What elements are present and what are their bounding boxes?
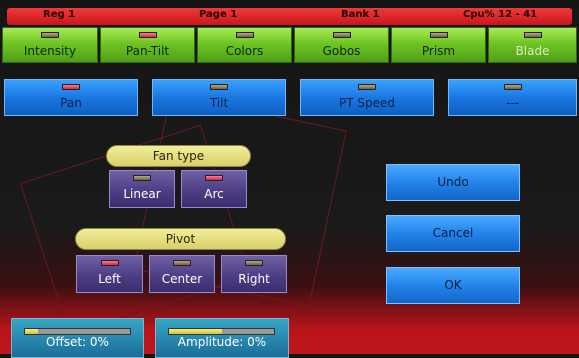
tab-colors[interactable]: Colors [197,27,292,63]
page-indicator: Page 1 [199,9,238,20]
button-label: Arc [204,187,224,201]
amplitude-level-bar [168,328,275,335]
tab-empty[interactable]: --- [448,79,577,116]
register-indicator: Reg 1 [43,9,76,20]
button-label: Left [98,272,121,286]
tab-label: Prism [421,44,456,58]
led-indicator [503,84,522,90]
undo-button[interactable]: Undo [386,164,520,201]
amplitude-level-fill [169,329,222,334]
offset-label: Offset: 0% [46,335,109,349]
led-indicator [245,260,263,266]
offset-fader[interactable]: Offset: 0% [11,318,144,358]
led-indicator [41,32,59,38]
led-indicator [133,175,151,181]
led-indicator [210,84,228,90]
pivot-header: Pivot [75,228,286,250]
cancel-button[interactable]: Cancel [386,215,520,252]
tab-label: Tilt [209,96,229,110]
amplitude-label: Amplitude: 0% [177,335,267,349]
ok-button[interactable]: OK [386,267,520,304]
tab-pan-tilt[interactable]: Pan-Tilt [100,27,195,63]
tab-label: Colors [225,44,264,58]
offset-level-bar [24,328,131,335]
pivot-right-button[interactable]: Right [221,255,287,293]
status-bar: Reg 1 Page 1 Bank 1 Cpu% 12 - 41 [7,8,572,25]
led-indicator [205,175,223,181]
tab-gobos[interactable]: Gobos [294,27,389,63]
tab-tilt[interactable]: Tilt [152,79,286,116]
tab-label: Gobos [322,44,361,58]
button-label: Center [161,272,203,286]
fan-type-arc-button[interactable]: Arc [181,170,247,208]
button-label: Right [238,272,270,286]
button-label: Linear [123,187,161,201]
cpu-indicator: Cpu% 12 - 41 [463,9,538,20]
led-indicator [62,84,80,90]
pivot-left-button[interactable]: Left [76,255,143,293]
tab-label: Blade [515,44,550,58]
led-indicator [358,84,376,90]
tab-label: Intensity [23,44,77,58]
bank-indicator: Bank 1 [341,9,380,20]
led-indicator [332,32,351,38]
led-indicator [138,32,157,38]
fan-type-header: Fan type [106,145,251,167]
led-indicator [100,260,119,266]
led-indicator [235,32,254,38]
tab-label: PT Speed [339,96,395,110]
led-indicator [523,32,542,38]
tab-pan[interactable]: Pan [4,79,138,116]
pivot-center-button[interactable]: Center [149,255,215,293]
amplitude-fader[interactable]: Amplitude: 0% [155,318,289,358]
led-indicator [429,32,448,38]
tab-label: --- [506,96,519,110]
tab-pt-speed[interactable]: PT Speed [300,79,434,116]
tab-intensity[interactable]: Intensity [2,27,98,63]
fan-type-linear-button[interactable]: Linear [109,170,175,208]
tab-label: Pan [60,96,82,110]
tab-blade[interactable]: Blade [488,27,577,63]
led-indicator [173,260,191,266]
tab-prism[interactable]: Prism [391,27,486,63]
offset-level-fill [25,329,38,334]
tab-label: Pan-Tilt [125,44,170,58]
